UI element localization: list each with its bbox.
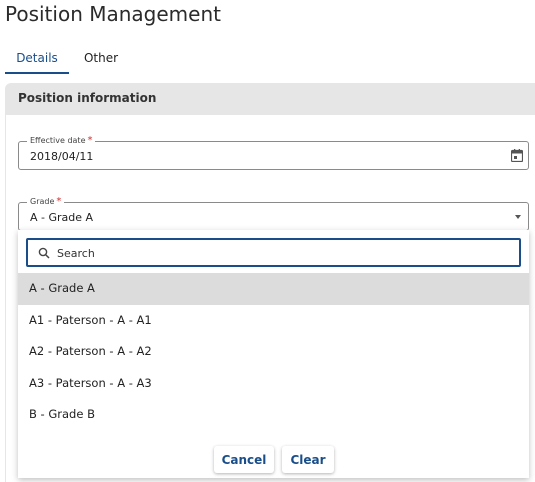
search-input[interactable] [57,244,507,262]
required-asterisk: * [87,135,93,146]
search-icon [38,247,50,259]
tab-bar: Details Other [5,44,205,74]
page-title: Position Management [5,2,221,26]
option-item[interactable]: A1 - Paterson - A - A1 [18,305,529,337]
dropdown-footer: Cancel Clear [18,440,529,478]
search-box[interactable] [26,238,521,267]
option-item[interactable]: B - Grade B [18,399,529,431]
effective-date-label-text: Effective date [30,136,86,145]
grade-value: A - Grade A [30,211,94,224]
clear-button[interactable]: Clear [282,446,334,473]
tab-other[interactable]: Other [77,44,125,74]
option-item[interactable]: A3 - Paterson - A - A3 [18,368,529,400]
required-asterisk: * [56,196,62,207]
section-title: Position information [18,91,157,105]
tab-details[interactable]: Details [5,44,69,74]
options-list[interactable]: A - Grade A A1 - Paterson - A - A1 A2 - … [18,273,529,440]
grade-select[interactable]: Grade * A - Grade A [18,196,529,231]
option-item[interactable]: A2 - Paterson - A - A2 [18,336,529,368]
effective-date-label: Effective date * [27,135,96,146]
effective-date-field[interactable]: Effective date * 2018/04/11 [18,135,529,170]
cancel-button[interactable]: Cancel [214,446,274,473]
option-item[interactable]: A - Grade A [18,273,529,305]
effective-date-value: 2018/04/11 [30,150,94,163]
chevron-down-icon[interactable] [515,215,521,219]
grade-label: Grade * [27,196,65,207]
option-item[interactable]: B1 - Paterson - BL - B1 [18,431,529,441]
section-header[interactable]: Position information [5,83,535,115]
calendar-icon[interactable] [511,149,523,162]
grade-label-text: Grade [30,197,55,206]
grade-dropdown-panel: A - Grade A A1 - Paterson - A - A1 A2 - … [18,230,529,478]
